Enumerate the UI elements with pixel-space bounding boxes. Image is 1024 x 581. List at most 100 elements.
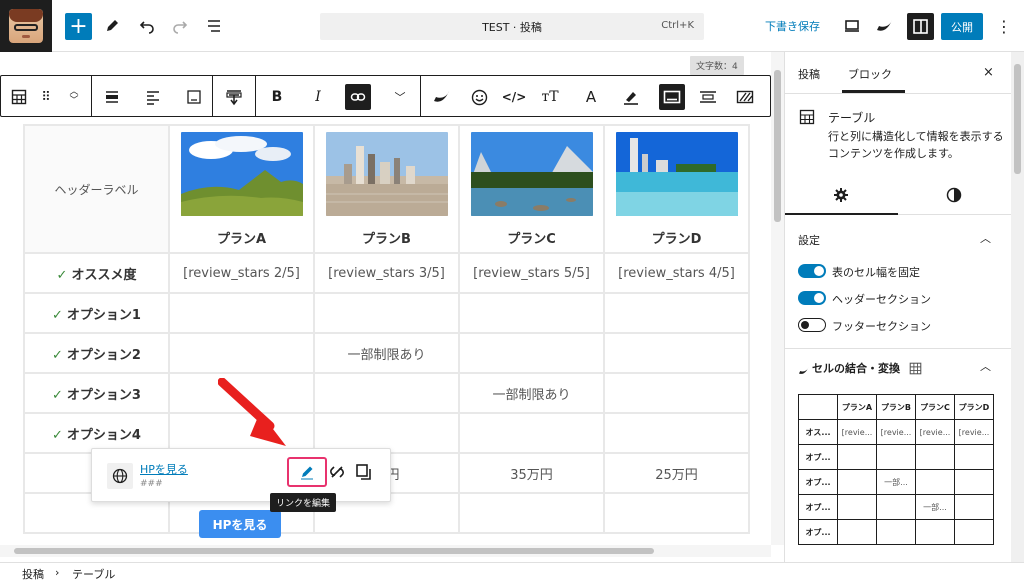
edit-link-button[interactable] <box>287 457 327 487</box>
merge-cell[interactable] <box>837 494 877 520</box>
add-block-button[interactable]: + <box>65 13 92 40</box>
table-cell[interactable] <box>458 332 605 374</box>
gear-icon[interactable] <box>833 187 849 207</box>
merge-cell[interactable]: オス... <box>798 419 838 445</box>
table-stripe-icon[interactable] <box>732 84 758 110</box>
undo-icon[interactable] <box>133 12 161 40</box>
table-cell[interactable] <box>603 412 750 454</box>
footer-section-toggle[interactable] <box>798 318 826 332</box>
tab-post[interactable]: 投稿 <box>798 66 820 82</box>
table-cell[interactable]: 25万円 <box>603 452 750 494</box>
merge-cell[interactable]: オプ... <box>798 494 838 520</box>
cell-background-icon[interactable] <box>659 84 685 110</box>
bold-icon[interactable]: B <box>264 84 290 110</box>
copy-link-icon[interactable] <box>354 462 374 482</box>
block-align-icon[interactable] <box>99 84 125 110</box>
unlink-icon[interactable] <box>327 462 347 482</box>
table-cell[interactable] <box>313 372 460 414</box>
merge-cell[interactable]: プランA <box>837 394 877 420</box>
plan-c-header-cell[interactable]: プランC <box>458 124 605 254</box>
merge-cell[interactable]: [revie... <box>876 419 916 445</box>
merge-cell[interactable] <box>837 469 877 495</box>
plan-b-header-cell[interactable]: プランB <box>313 124 460 254</box>
pen-tool-icon[interactable] <box>98 12 126 40</box>
table-cell[interactable] <box>313 292 460 334</box>
merge-cell[interactable] <box>876 519 916 545</box>
table-cell[interactable]: 一部制限あり <box>313 332 460 374</box>
sidebar-scrollbar[interactable] <box>1011 52 1024 562</box>
link-text[interactable]: HPを見る <box>140 461 188 477</box>
merge-cell[interactable] <box>954 469 994 495</box>
row-label-cell[interactable]: ✓ オプション4 <box>23 412 170 454</box>
merge-cell[interactable]: [revie... <box>915 419 955 445</box>
merge-cell[interactable]: プランD <box>954 394 994 420</box>
table-cell[interactable] <box>168 332 315 374</box>
merge-cell[interactable] <box>954 494 994 520</box>
merge-cell[interactable] <box>915 519 955 545</box>
swell-format-icon[interactable] <box>429 84 455 110</box>
merge-cell[interactable]: オプ... <box>798 469 838 495</box>
table-cell[interactable]: [review_stars 4/5] <box>603 252 750 294</box>
table-cell[interactable] <box>458 492 605 534</box>
styles-contrast-icon[interactable] <box>946 187 962 207</box>
merge-cell[interactable] <box>954 519 994 545</box>
font-size-icon[interactable]: тT <box>537 84 563 110</box>
row-label-cell[interactable]: ✓ オプション2 <box>23 332 170 374</box>
table-cell[interactable]: 一部制限あり <box>458 372 605 414</box>
more-formats-chevron-down-icon[interactable]: ﹀ <box>387 84 413 110</box>
emoji-icon[interactable] <box>466 84 492 110</box>
header-label-cell[interactable]: ヘッダーラベル <box>23 124 170 254</box>
horizontal-scrollbar[interactable] <box>0 545 771 557</box>
link-icon[interactable] <box>345 84 371 110</box>
text-align-left-icon[interactable] <box>140 84 166 110</box>
move-up-down-icon[interactable]: ︿ ﹀ <box>61 84 87 110</box>
inline-code-icon[interactable]: </> <box>501 84 527 110</box>
chevron-up-icon[interactable]: ︿ <box>980 230 991 246</box>
table-cell[interactable]: 35万円 <box>458 452 605 494</box>
row-label-cell[interactable]: ✓ オプション1 <box>23 292 170 334</box>
table-cell[interactable] <box>313 412 460 454</box>
tab-block[interactable]: ブロック <box>848 66 892 82</box>
table-cell[interactable] <box>603 292 750 334</box>
document-overview-icon[interactable] <box>200 12 228 40</box>
fixed-width-toggle[interactable] <box>798 264 826 278</box>
merge-cell[interactable]: オプ... <box>798 519 838 545</box>
row-label-cell[interactable]: ✓ オプション3 <box>23 372 170 414</box>
merge-cell[interactable]: プランC <box>915 394 955 420</box>
table-cell[interactable] <box>168 292 315 334</box>
merge-cell[interactable] <box>954 444 994 470</box>
table-cell[interactable]: [review_stars 2/5] <box>168 252 315 294</box>
merge-cell[interactable] <box>837 444 877 470</box>
merge-cell[interactable]: 一部... <box>915 494 955 520</box>
header-section-toggle[interactable] <box>798 291 826 305</box>
table-cell[interactable] <box>458 292 605 334</box>
merge-cell[interactable]: [revie... <box>954 419 994 445</box>
close-icon[interactable]: × <box>983 65 994 80</box>
breadcrumb-item-table[interactable]: テーブル <box>72 566 115 581</box>
merge-cell[interactable]: プランB <box>876 394 916 420</box>
swell-plugin-icon[interactable] <box>871 12 899 40</box>
merge-cell[interactable] <box>798 394 838 420</box>
merge-cell[interactable] <box>915 469 955 495</box>
merge-cell[interactable] <box>837 519 877 545</box>
table-block-icon[interactable] <box>6 84 32 110</box>
settings-sidebar-toggle-icon[interactable] <box>907 13 934 40</box>
table-cell[interactable] <box>603 332 750 374</box>
highlight-marker-icon[interactable] <box>618 84 644 110</box>
merge-cell[interactable] <box>876 494 916 520</box>
merge-cell[interactable] <box>876 444 916 470</box>
table-cell[interactable] <box>603 372 750 414</box>
merge-cell[interactable]: [revie... <box>837 419 877 445</box>
hp-link-button[interactable]: HPを見る <box>199 510 281 538</box>
table-cell[interactable] <box>458 412 605 454</box>
text-color-icon[interactable]: A <box>578 84 604 110</box>
merge-cell[interactable]: 一部... <box>876 469 916 495</box>
save-draft-button[interactable]: 下書き保存 <box>765 18 820 34</box>
redo-icon[interactable] <box>166 12 194 40</box>
merge-cell[interactable] <box>915 444 955 470</box>
vertical-align-icon[interactable] <box>181 84 207 110</box>
table-edit-icon[interactable] <box>221 84 247 110</box>
vertical-scrollbar[interactable] <box>771 52 784 545</box>
table-cell[interactable]: [review_stars 3/5] <box>313 252 460 294</box>
breadcrumb-item-post[interactable]: 投稿 <box>22 566 44 581</box>
